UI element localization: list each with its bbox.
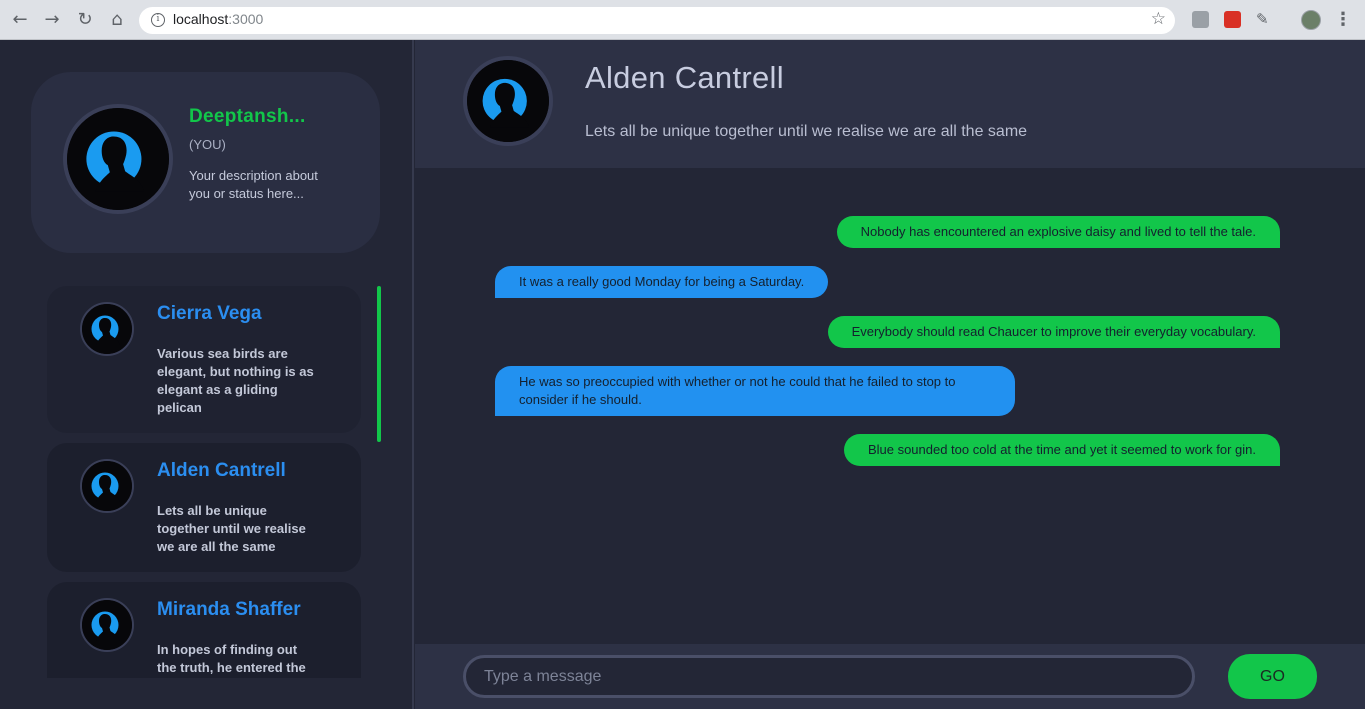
current-user-description: Your description about you or status her… <box>189 168 318 201</box>
user-silhouette-icon <box>82 304 132 354</box>
message-bubble-sent: Nobody has encountered an explosive dais… <box>836 216 1280 248</box>
extension-icon[interactable] <box>1224 11 1241 28</box>
current-user-name: Deeptansh... <box>189 106 306 127</box>
info-icon[interactable]: i <box>151 13 165 27</box>
message-bubble-received: It was a really good Monday for being a … <box>495 266 829 298</box>
home-icon[interactable]: ⌂ <box>105 8 129 32</box>
profile-card: Deeptansh... (YOU) Your description abou… <box>31 72 380 253</box>
avatar <box>63 104 173 214</box>
url-text[interactable]: localhost:3000 <box>173 11 263 27</box>
scrollbar-thumb[interactable] <box>377 286 381 442</box>
avatar <box>463 56 553 146</box>
chat-contact-name: Alden Cantrell <box>585 60 784 95</box>
sidebar: Deeptansh... (YOU) Your description abou… <box>0 40 414 709</box>
star-icon[interactable]: ☆ <box>1151 9 1166 29</box>
contact-name: Cierra Vega <box>157 303 262 324</box>
chat-contact-status: Lets all be unique together until we rea… <box>585 123 1028 140</box>
extension-icon[interactable] <box>1192 11 1209 28</box>
contact-item[interactable]: Cierra Vega Various sea birds are elegan… <box>47 286 361 433</box>
contact-item[interactable]: Miranda Shaffer In hopes of finding out … <box>47 582 361 678</box>
extension-icon[interactable]: ✎ <box>1256 11 1273 28</box>
message-bubble-sent: Everybody should read Chaucer to improve… <box>827 316 1280 348</box>
user-silhouette-icon <box>67 108 169 210</box>
avatar <box>80 459 134 513</box>
composer: GO <box>415 644 1365 709</box>
forward-icon[interactable]: → <box>40 8 64 32</box>
you-label: (YOU) <box>189 137 226 152</box>
message-bubble-sent: Blue sounded too cold at the time and ye… <box>843 434 1280 466</box>
reload-icon[interactable]: ↻ <box>73 8 97 32</box>
browser-toolbar: ← → ↻ ⌂ i localhost:3000 ☆ ✎ ⋮ <box>0 0 1365 40</box>
contact-list[interactable]: Cierra Vega Various sea birds are elegan… <box>46 286 386 678</box>
contact-description: In hopes of finding out the truth, he en… <box>157 642 306 675</box>
user-silhouette-icon <box>467 60 549 142</box>
message-list[interactable]: Nobody has encountered an explosive dais… <box>415 168 1365 644</box>
user-silhouette-icon <box>82 461 132 511</box>
avatar <box>80 302 134 356</box>
back-icon[interactable]: ← <box>8 8 32 32</box>
send-button[interactable]: GO <box>1228 654 1317 699</box>
avatar <box>80 598 134 652</box>
contact-name: Miranda Shaffer <box>157 599 301 620</box>
chat-header: Alden Cantrell Lets all be unique togeth… <box>415 40 1365 168</box>
contact-name: Alden Cantrell <box>157 460 286 481</box>
contact-description: Lets all be unique together until we rea… <box>157 503 306 554</box>
message-bubble-received: He was so preoccupied with whether or no… <box>495 366 1015 416</box>
profile-icon[interactable] <box>1301 10 1321 30</box>
contact-description: Various sea birds are elegant, but nothi… <box>157 346 314 415</box>
user-silhouette-icon <box>82 600 132 650</box>
message-input[interactable] <box>463 655 1195 698</box>
menu-icon[interactable]: ⋮ <box>1334 8 1352 32</box>
contact-item[interactable]: Alden Cantrell Lets all be unique togeth… <box>47 443 361 572</box>
address-bar[interactable]: i localhost:3000 ☆ <box>139 7 1175 34</box>
